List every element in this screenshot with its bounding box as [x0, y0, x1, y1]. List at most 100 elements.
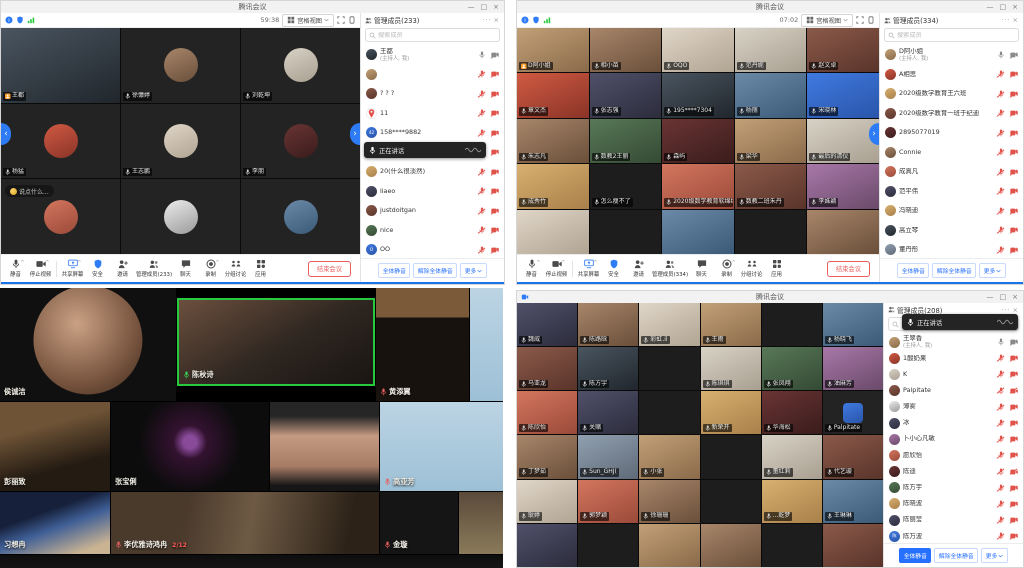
caret-icon[interactable]: ^: [77, 260, 81, 266]
mic-off-icon[interactable]: [997, 516, 1005, 524]
member-row[interactable]: 陈方宇: [884, 480, 1023, 496]
camera-off-icon[interactable]: [1010, 90, 1018, 98]
video-tile[interactable]: Palpitate: [823, 391, 883, 434]
video-tile[interactable]: 徐珊珊: [639, 480, 699, 523]
video-tile[interactable]: [735, 210, 807, 254]
video-tile[interactable]: 王都: [1, 28, 120, 103]
maximize-button[interactable]: □: [1000, 1, 1007, 13]
camera-off-icon[interactable]: [1010, 148, 1018, 156]
member-row[interactable]: Connie: [880, 143, 1023, 163]
camera-off-icon[interactable]: [1010, 387, 1018, 395]
toolbar-item-chat[interactable]: 聊天: [174, 259, 197, 279]
member-row[interactable]: 愿欣怡: [884, 447, 1023, 463]
mic-off-icon[interactable]: [997, 435, 1005, 443]
end-meeting-button[interactable]: 结束会议: [827, 261, 870, 277]
member-row[interactable]: justdoitgan: [361, 201, 504, 221]
toolbar-item-record[interactable]: ^录制: [715, 259, 738, 279]
toolbar-item-apps[interactable]: 应用: [765, 259, 788, 279]
video-tile[interactable]: 张志强: [590, 73, 662, 117]
member-row[interactable]: 1酸奶果: [884, 350, 1023, 366]
camera-off-icon[interactable]: [491, 187, 499, 195]
camera-off-icon[interactable]: [1010, 70, 1018, 78]
toolbar-item-breakout[interactable]: 分组讨论: [224, 259, 247, 279]
camera-off-icon[interactable]: [1010, 354, 1018, 362]
toolbar-item-chat[interactable]: 聊天: [690, 259, 713, 279]
video-tile[interactable]: 梁华: [735, 119, 807, 163]
camera-off-icon[interactable]: [1010, 51, 1018, 59]
toolbar-item-breakout[interactable]: 分组讨论: [740, 259, 763, 279]
mic-off-icon[interactable]: [997, 90, 1005, 98]
member-row[interactable]: 王翠香(主持人, 我): [884, 334, 1023, 350]
member-row[interactable]: ? ? ?: [361, 84, 504, 104]
member-row[interactable]: 陈陈万波: [884, 528, 1023, 543]
mic-off-icon[interactable]: [997, 532, 1005, 540]
minimize-button[interactable]: —: [468, 1, 475, 13]
maximize-button[interactable]: □: [481, 1, 488, 13]
video-tile[interactable]: [639, 524, 699, 567]
camera-off-icon[interactable]: [1010, 207, 1018, 215]
mic-on-icon[interactable]: [997, 338, 1005, 346]
camera-off-icon[interactable]: [491, 70, 499, 78]
member-row[interactable]: 冰: [884, 415, 1023, 431]
toolbar-item-mic[interactable]: ^静音: [520, 259, 543, 279]
video-tile[interactable]: [241, 179, 360, 254]
mic-off-icon[interactable]: [997, 500, 1005, 508]
close-button[interactable]: ×: [493, 1, 499, 13]
toolbar-item-people[interactable]: 管理成员(233): [136, 259, 172, 279]
mic-off-icon[interactable]: [478, 90, 486, 98]
video-tile[interactable]: 代艺璇: [823, 435, 883, 478]
video-tile[interactable]: OQO: [662, 28, 734, 72]
video-tile[interactable]: 杨丽: [735, 73, 807, 117]
caret-icon[interactable]: ^: [536, 260, 540, 266]
video-tile[interactable]: [701, 435, 761, 478]
video-tile[interactable]: 说点什么...: [1, 179, 120, 254]
video-tile[interactable]: 2020级数学教育软绵绵: [662, 164, 734, 208]
camera-off-icon[interactable]: [491, 129, 499, 137]
video-tile[interactable]: [639, 391, 699, 434]
mic-off-icon[interactable]: [478, 70, 486, 78]
video-tile[interactable]: 杨晓飞: [823, 303, 883, 346]
toolbar-item-mic[interactable]: ^静音: [4, 259, 27, 279]
video-tile[interactable]: 关赌: [578, 391, 638, 434]
unmute-all-button[interactable]: 解除全体静音: [413, 263, 457, 278]
mic-off-icon[interactable]: [997, 419, 1005, 427]
camera-off-icon[interactable]: [491, 90, 499, 98]
video-tile[interactable]: [762, 303, 822, 346]
video-tile[interactable]: 李朋: [241, 104, 360, 179]
video-tile[interactable]: 195****7304: [662, 73, 734, 117]
video-tile[interactable]: 华海松: [762, 391, 822, 434]
device-icon[interactable]: [348, 16, 356, 24]
more-button[interactable]: 更多: [460, 263, 487, 278]
member-row[interactable]: 陈丽莹: [884, 512, 1023, 528]
camera-off-icon[interactable]: [1010, 109, 1018, 117]
camera-off-icon[interactable]: [1010, 168, 1018, 176]
chat-input-hint[interactable]: 说点什么...: [5, 185, 54, 197]
member-row[interactable]: OOO: [361, 240, 504, 258]
camera-off-icon[interactable]: [491, 51, 499, 59]
mic-off-icon[interactable]: [997, 70, 1005, 78]
member-row[interactable]: 2020级数学教育一班于纪迪: [880, 104, 1023, 124]
camera-off-icon[interactable]: [1010, 468, 1018, 476]
video-tile[interactable]: 朱志凡: [517, 119, 589, 163]
video-tile[interactable]: 杨猛: [1, 104, 120, 179]
minimize-button[interactable]: —: [987, 291, 994, 303]
member-row[interactable]: 范平伟: [880, 182, 1023, 202]
member-row[interactable]: 陈晓波: [884, 496, 1023, 512]
mic-off-icon[interactable]: [997, 451, 1005, 459]
camera-off-icon[interactable]: [1010, 338, 1018, 346]
video-tile[interactable]: [807, 210, 879, 254]
mic-off-icon[interactable]: [997, 187, 1005, 195]
mic-off-icon[interactable]: [478, 187, 486, 195]
toolbar-item-people[interactable]: 管理成员(334): [652, 259, 688, 279]
video-tile[interactable]: 陈欣怡: [517, 391, 577, 434]
video-tile[interactable]: D阿小姐: [517, 28, 589, 72]
mic-off-icon[interactable]: [997, 168, 1005, 176]
member-row[interactable]: [361, 65, 504, 85]
more-button[interactable]: 更多: [981, 548, 1008, 563]
video-tile[interactable]: 李姝颖: [807, 164, 879, 208]
video-tile[interactable]: Sun_GHJ(: [578, 435, 638, 478]
video-tile[interactable]: 马亚龙: [517, 347, 577, 390]
mic-off-icon[interactable]: [997, 354, 1005, 362]
caret-icon[interactable]: ^: [593, 260, 597, 266]
camera-off-icon[interactable]: [1010, 370, 1018, 378]
